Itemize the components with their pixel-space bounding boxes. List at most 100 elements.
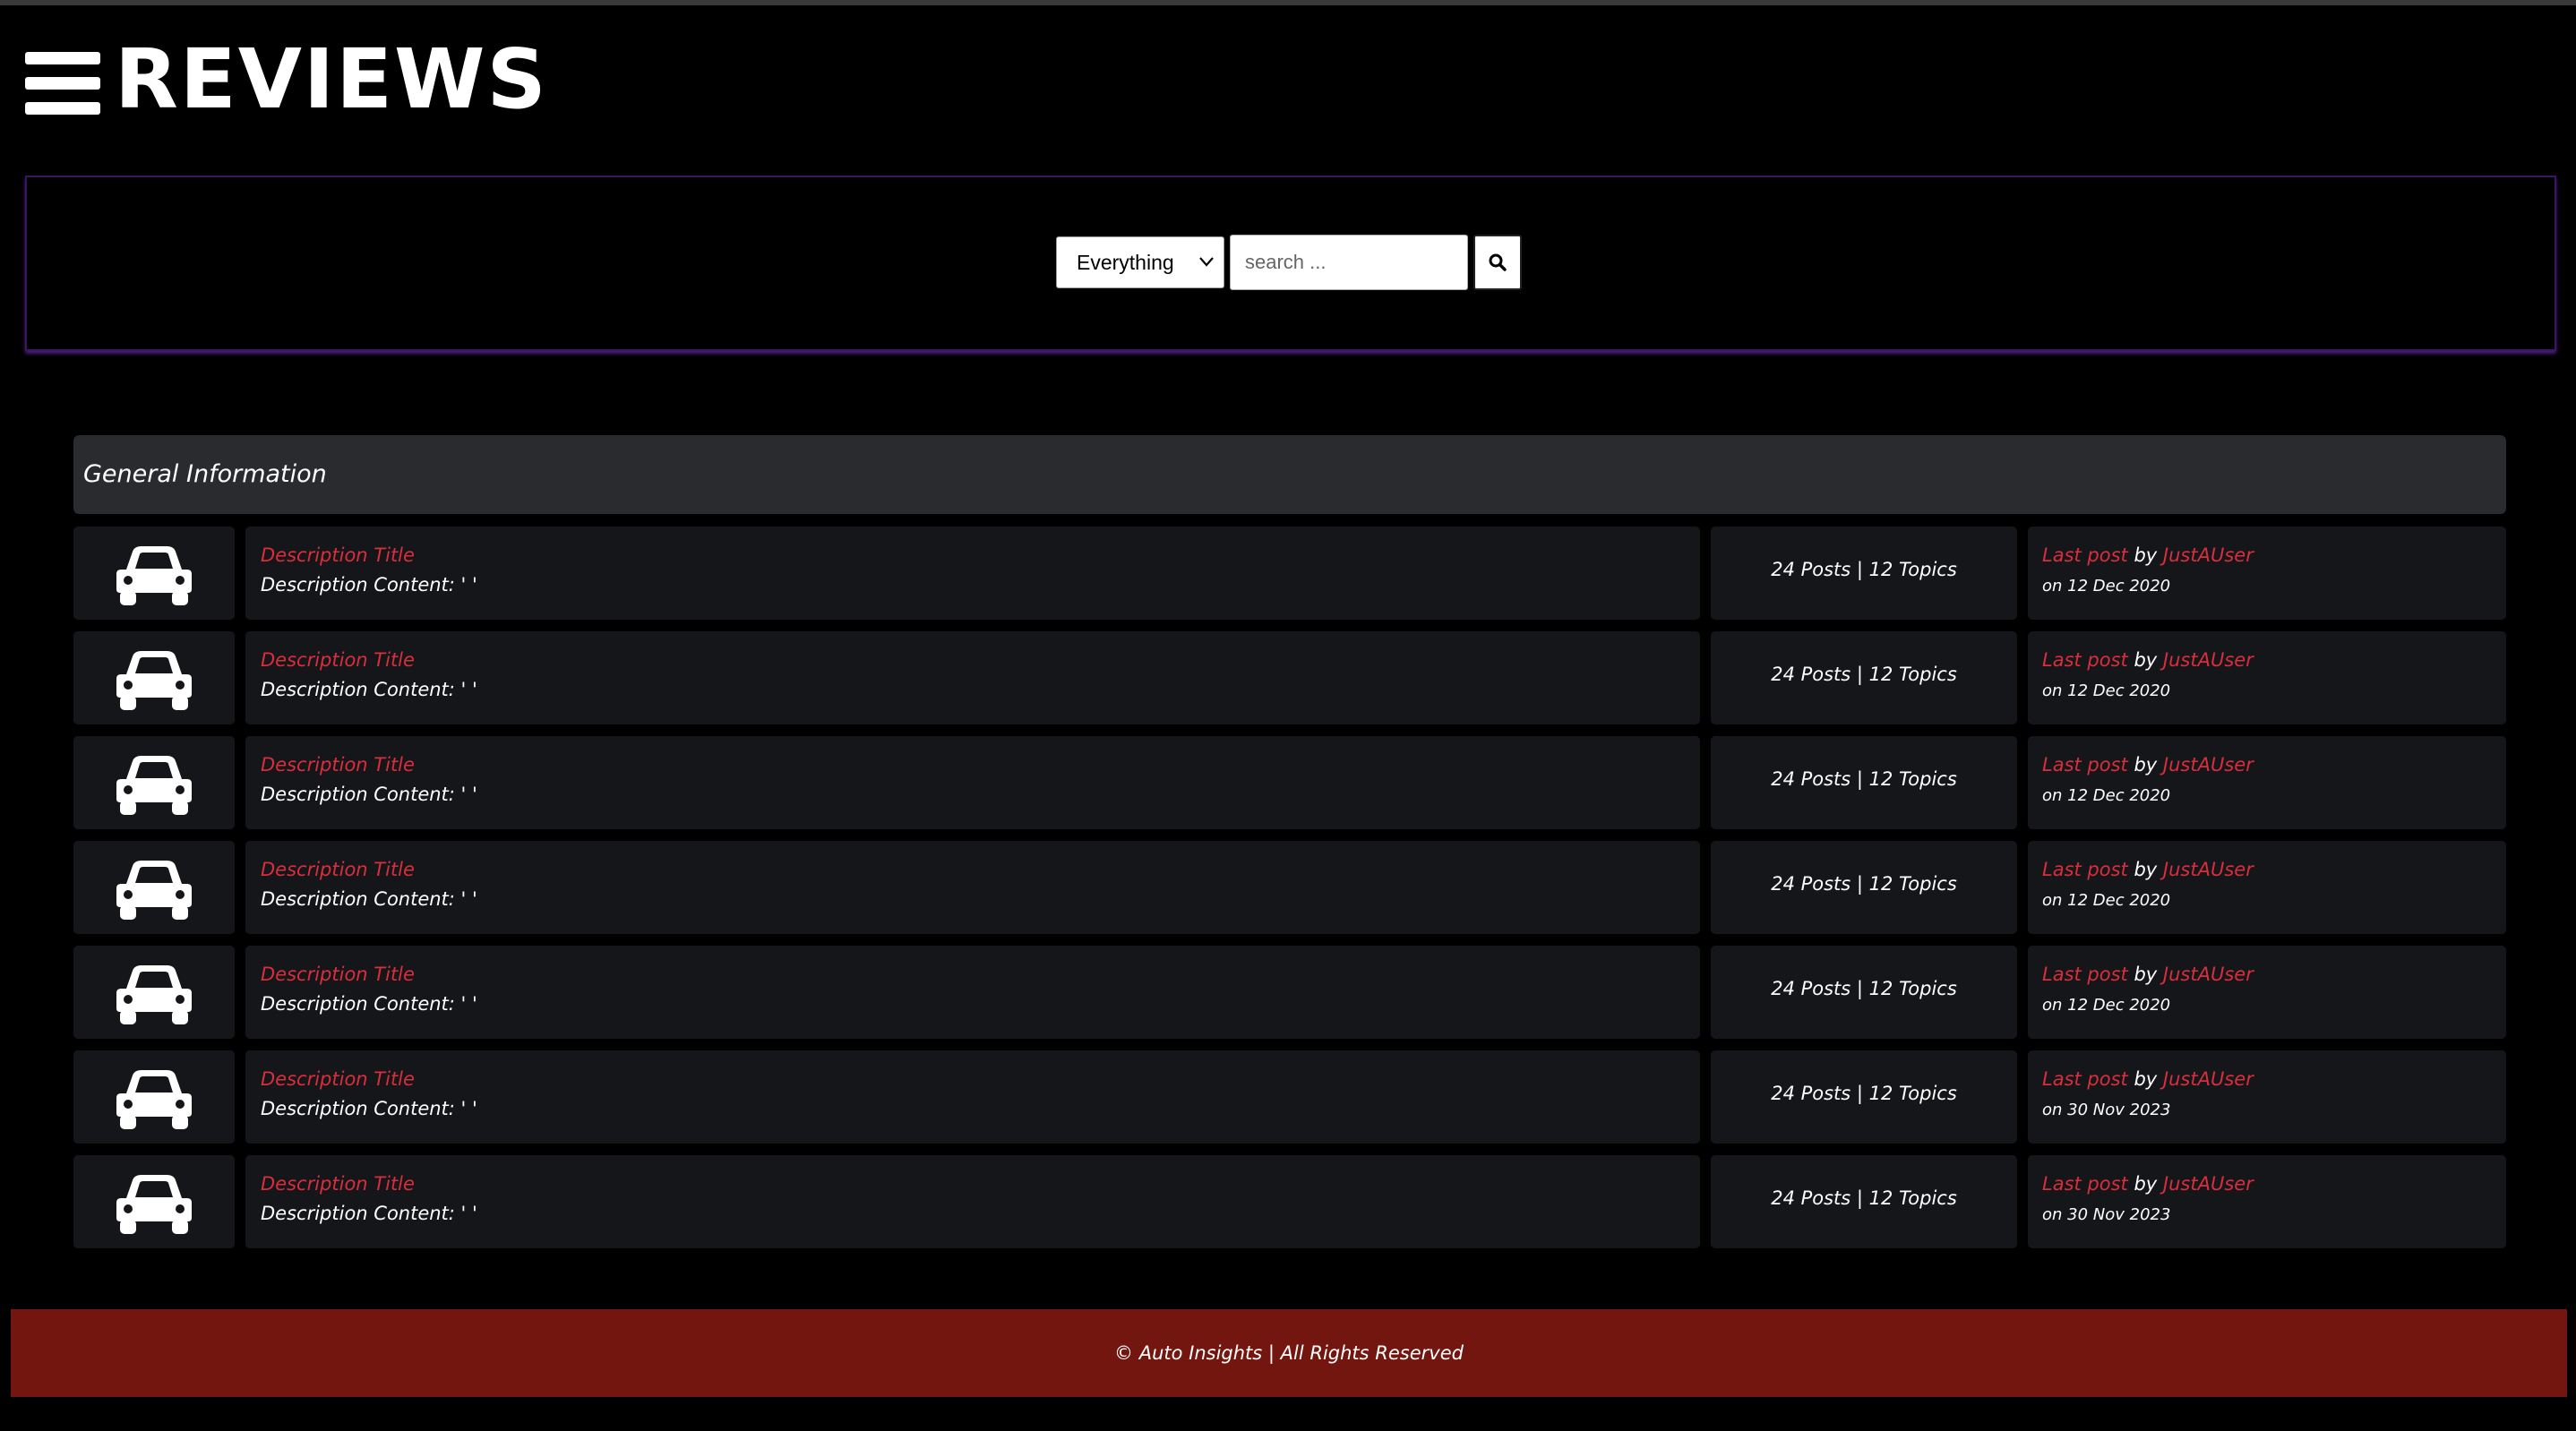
row-icon-cell [73, 527, 235, 620]
user-link[interactable]: JustAUser [2163, 754, 2254, 775]
user-link[interactable]: JustAUser [2163, 964, 2254, 985]
last-post-date: on 12 Dec 2020 [2042, 681, 2171, 700]
forum-row[interactable]: Description Title Description Content: ' … [73, 527, 2506, 620]
description-title-link[interactable]: Description Title [261, 1173, 415, 1195]
car-icon [116, 1175, 192, 1234]
row-stats-cell: 24 Posts | 12 Topics [1711, 527, 2017, 620]
last-post-link[interactable]: Last post [2042, 859, 2128, 880]
row-icon-cell [73, 1050, 235, 1144]
row-icon-cell [73, 1155, 235, 1248]
last-post-line: Last post by JustAUser [2042, 544, 2254, 566]
row-last-post-cell: Last post by JustAUser on 12 Dec 2020 [2028, 841, 2506, 934]
description-title-link[interactable]: Description Title [261, 754, 415, 775]
forum-row[interactable]: Description Title Description Content: ' … [73, 946, 2506, 1039]
row-last-post-cell: Last post by JustAUser on 12 Dec 2020 [2028, 527, 2506, 620]
posts-topics-count: 24 Posts | 12 Topics [1771, 1083, 1957, 1104]
car-icon [116, 651, 192, 710]
last-post-line: Last post by JustAUser [2042, 649, 2254, 671]
last-post-link[interactable]: Last post [2042, 649, 2128, 671]
last-post-date: on 12 Dec 2020 [2042, 996, 2171, 1015]
last-post-date: on 30 Nov 2023 [2042, 1205, 2171, 1224]
posts-topics-count: 24 Posts | 12 Topics [1771, 1187, 1957, 1209]
magnifier-icon [1489, 253, 1507, 271]
description-title-link[interactable]: Description Title [261, 649, 415, 671]
search-scope-select[interactable]: Everything [1056, 236, 1224, 288]
last-post-link[interactable]: Last post [2042, 964, 2128, 985]
user-link[interactable]: JustAUser [2163, 1068, 2254, 1090]
last-post-date: on 12 Dec 2020 [2042, 786, 2171, 805]
user-link[interactable]: JustAUser [2163, 859, 2254, 880]
description-title-link[interactable]: Description Title [261, 859, 415, 880]
last-post-line: Last post by JustAUser [2042, 859, 2254, 880]
car-icon [116, 756, 192, 815]
posts-topics-count: 24 Posts | 12 Topics [1771, 873, 1957, 895]
by-label: by [2134, 754, 2158, 775]
by-label: by [2134, 649, 2158, 671]
by-label: by [2134, 1173, 2158, 1195]
forum-row[interactable]: Description Title Description Content: ' … [73, 736, 2506, 829]
forum-row[interactable]: Description Title Description Content: ' … [73, 841, 2506, 934]
last-post-link[interactable]: Last post [2042, 754, 2128, 775]
row-description-cell: Description Title Description Content: ' … [245, 527, 1700, 620]
by-label: by [2134, 859, 2158, 880]
row-description-cell: Description Title Description Content: ' … [245, 1155, 1700, 1248]
user-link[interactable]: JustAUser [2163, 649, 2254, 671]
top-border [0, 0, 2576, 5]
row-description-cell: Description Title Description Content: ' … [245, 841, 1700, 934]
last-post-date: on 12 Dec 2020 [2042, 891, 2171, 910]
forum-row[interactable]: Description Title Description Content: ' … [73, 1155, 2506, 1248]
description-title-link[interactable]: Description Title [261, 964, 415, 985]
last-post-link[interactable]: Last post [2042, 1173, 2128, 1195]
description-content: Description Content: ' ' [261, 574, 477, 596]
car-icon [116, 861, 192, 920]
user-link[interactable]: JustAUser [2163, 544, 2254, 566]
posts-topics-count: 24 Posts | 12 Topics [1771, 559, 1957, 580]
by-label: by [2134, 1068, 2158, 1090]
posts-topics-count: 24 Posts | 12 Topics [1771, 978, 1957, 999]
search-scope-value: Everything [1077, 251, 1174, 274]
row-icon-cell [73, 841, 235, 934]
description-content: Description Content: ' ' [261, 993, 477, 1015]
chevron-down-icon [1199, 257, 1214, 267]
row-icon-cell [73, 736, 235, 829]
forum-row[interactable]: Description Title Description Content: ' … [73, 631, 2506, 724]
description-title-link[interactable]: Description Title [261, 544, 415, 566]
last-post-line: Last post by JustAUser [2042, 754, 2254, 775]
description-content: Description Content: ' ' [261, 1203, 477, 1224]
user-link[interactable]: JustAUser [2163, 1173, 2254, 1195]
posts-topics-count: 24 Posts | 12 Topics [1771, 664, 1957, 685]
row-last-post-cell: Last post by JustAUser on 30 Nov 2023 [2028, 1050, 2506, 1144]
footer-copyright: © Auto Insights | All Rights Reserved [1114, 1342, 1464, 1364]
section-title: General Information [83, 460, 327, 488]
description-title-link[interactable]: Description Title [261, 1068, 415, 1090]
car-icon [116, 965, 192, 1024]
by-label: by [2134, 964, 2158, 985]
row-last-post-cell: Last post by JustAUser on 12 Dec 2020 [2028, 946, 2506, 1039]
description-content: Description Content: ' ' [261, 679, 477, 700]
last-post-link[interactable]: Last post [2042, 544, 2128, 566]
description-content: Description Content: ' ' [261, 888, 477, 910]
footer: © Auto Insights | All Rights Reserved [11, 1309, 2567, 1397]
row-description-cell: Description Title Description Content: ' … [245, 946, 1700, 1039]
row-description-cell: Description Title Description Content: ' … [245, 1050, 1700, 1144]
row-last-post-cell: Last post by JustAUser on 12 Dec 2020 [2028, 736, 2506, 829]
row-icon-cell [73, 631, 235, 724]
last-post-link[interactable]: Last post [2042, 1068, 2128, 1090]
row-icon-cell [73, 946, 235, 1039]
description-content: Description Content: ' ' [261, 784, 477, 805]
row-stats-cell: 24 Posts | 12 Topics [1711, 631, 2017, 724]
row-last-post-cell: Last post by JustAUser on 30 Nov 2023 [2028, 1155, 2506, 1248]
car-icon [116, 1070, 192, 1129]
row-last-post-cell: Last post by JustAUser on 12 Dec 2020 [2028, 631, 2506, 724]
last-post-line: Last post by JustAUser [2042, 1068, 2254, 1090]
hamburger-menu-icon[interactable] [25, 52, 100, 115]
row-stats-cell: 24 Posts | 12 Topics [1711, 736, 2017, 829]
page: REVIEWS Everything General Information D… [0, 0, 2576, 1431]
last-post-line: Last post by JustAUser [2042, 964, 2254, 985]
search-button[interactable] [1473, 235, 1522, 290]
car-icon [116, 546, 192, 605]
search-input[interactable] [1230, 235, 1468, 290]
forum-row[interactable]: Description Title Description Content: ' … [73, 1050, 2506, 1144]
last-post-line: Last post by JustAUser [2042, 1173, 2254, 1195]
site-title: REVIEWS [115, 31, 548, 127]
